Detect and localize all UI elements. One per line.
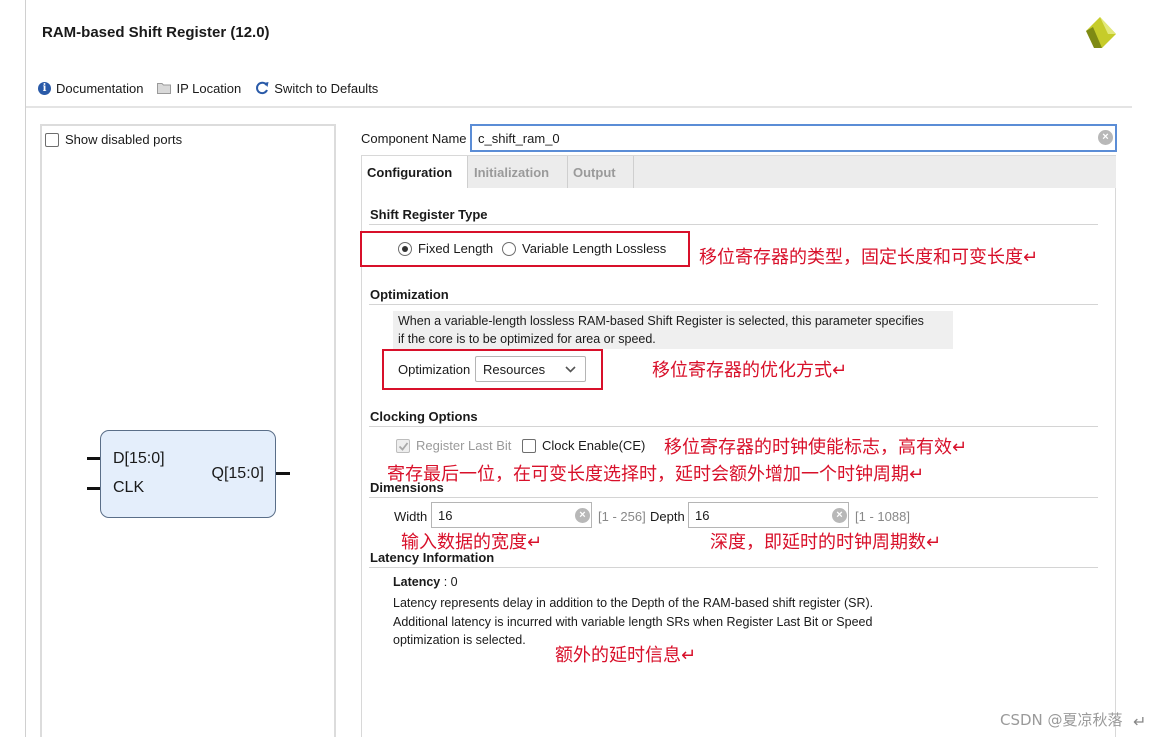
width-range: [1 - 256] bbox=[598, 509, 646, 524]
tab-initialization[interactable]: Initialization bbox=[469, 156, 568, 188]
clear-icon[interactable]: × bbox=[1098, 130, 1113, 145]
clear-icon[interactable]: × bbox=[575, 508, 590, 523]
latency-value: : 0 bbox=[443, 575, 458, 589]
width-input[interactable]: 16 bbox=[431, 502, 592, 528]
checkmark-icon bbox=[398, 441, 409, 451]
ip-symbol-block: D[15:0] CLK Q[15:0] bbox=[100, 430, 276, 518]
clock-enable-label: Clock Enable(CE) bbox=[542, 438, 646, 453]
port-d-label: D[15:0] bbox=[113, 450, 165, 467]
pin-q bbox=[276, 472, 290, 475]
info-icon: i bbox=[38, 81, 51, 95]
annotation-depth: 深度，即延时的时钟周期数↵ bbox=[710, 532, 942, 553]
section-rule bbox=[369, 567, 1098, 568]
show-disabled-ports-option[interactable]: Show disabled ports bbox=[45, 132, 182, 147]
show-disabled-ports-checkbox[interactable] bbox=[45, 132, 59, 147]
section-dimensions: Dimensions bbox=[370, 480, 444, 495]
register-last-bit-checkbox bbox=[396, 438, 410, 453]
optimization-description-line2: if the core is to be optimized for area … bbox=[398, 332, 656, 346]
depth-value: 16 bbox=[695, 508, 710, 523]
section-rule bbox=[369, 304, 1098, 305]
watermark: CSDN @夏凉秋落 bbox=[1000, 711, 1123, 729]
ip-location-link[interactable]: IP Location bbox=[157, 81, 241, 96]
port-q-label: Q[15:0] bbox=[211, 465, 264, 482]
annotation-box-type bbox=[360, 231, 690, 267]
clear-icon[interactable]: × bbox=[832, 508, 847, 523]
switch-defaults-label: Switch to Defaults bbox=[274, 80, 379, 96]
section-rule bbox=[369, 497, 1098, 498]
depth-range: [1 - 1088] bbox=[855, 509, 910, 524]
width-label: Width bbox=[394, 509, 428, 524]
depth-label: Depth bbox=[650, 509, 685, 524]
annotation-optimization: 移位寄存器的优化方式↵ bbox=[652, 360, 848, 381]
return-mark: ↵ bbox=[1133, 714, 1147, 731]
port-clk-label: CLK bbox=[113, 479, 145, 496]
depth-input[interactable]: 16 bbox=[688, 502, 849, 528]
annotation-register-last-bit: 寄存最后一位，在可变长度选择时，延时会额外增加一个时钟周期↵ bbox=[387, 464, 925, 485]
pin-clk bbox=[87, 487, 101, 490]
latency-readout: Latency : 0 bbox=[393, 575, 458, 589]
folder-icon bbox=[157, 83, 172, 94]
clock-enable-checkbox[interactable] bbox=[522, 438, 536, 453]
clock-enable-option[interactable]: Clock Enable(CE) bbox=[522, 438, 645, 453]
refresh-icon bbox=[256, 81, 269, 95]
latency-description-line2: Additional latency is incurred with vari… bbox=[393, 614, 873, 629]
toolbar: i Documentation IP Location Switch to De… bbox=[38, 79, 378, 97]
show-disabled-ports-label: Show disabled ports bbox=[65, 132, 183, 147]
annotation-latency: 额外的延时信息↵ bbox=[555, 645, 697, 666]
section-rule bbox=[369, 426, 1098, 427]
component-name-input[interactable] bbox=[470, 124, 1117, 152]
section-latency-information: Latency Information bbox=[370, 550, 495, 565]
annotation-box-optimization bbox=[382, 349, 603, 390]
pin-d bbox=[87, 457, 101, 460]
switch-defaults-link[interactable]: Switch to Defaults bbox=[255, 81, 378, 96]
toolbar-divider bbox=[26, 106, 1132, 108]
dialog-title: RAM-based Shift Register (12.0) bbox=[42, 24, 270, 41]
register-last-bit-label: Register Last Bit bbox=[416, 438, 512, 453]
documentation-link[interactable]: i Documentation bbox=[38, 81, 143, 96]
section-shift-register-type: Shift Register Type bbox=[370, 207, 488, 222]
annotation-type: 移位寄存器的类型，固定长度和可变长度↵ bbox=[699, 247, 1039, 268]
latency-label: Latency bbox=[393, 575, 441, 589]
ip-location-label: IP Location bbox=[176, 80, 242, 96]
component-name-label: Component Name bbox=[361, 131, 467, 146]
width-value: 16 bbox=[438, 508, 453, 523]
latency-description-line1: Latency represents delay in addition to … bbox=[393, 596, 874, 610]
optimization-description-line1: When a variable-length lossless RAM-base… bbox=[398, 314, 924, 328]
tab-output[interactable]: Output bbox=[568, 156, 634, 188]
section-clocking-options: Clocking Options bbox=[370, 409, 478, 424]
section-optimization: Optimization bbox=[370, 287, 449, 302]
annotation-clock-enable: 移位寄存器的时钟使能标志，高有效↵ bbox=[664, 437, 968, 458]
section-rule bbox=[369, 224, 1098, 225]
register-last-bit-option: Register Last Bit bbox=[396, 438, 511, 453]
documentation-label: Documentation bbox=[56, 80, 144, 96]
optimization-description: When a variable-length lossless RAM-base… bbox=[393, 311, 953, 349]
xilinx-logo-icon bbox=[1086, 17, 1116, 48]
tab-configuration[interactable]: Configuration bbox=[362, 156, 468, 188]
